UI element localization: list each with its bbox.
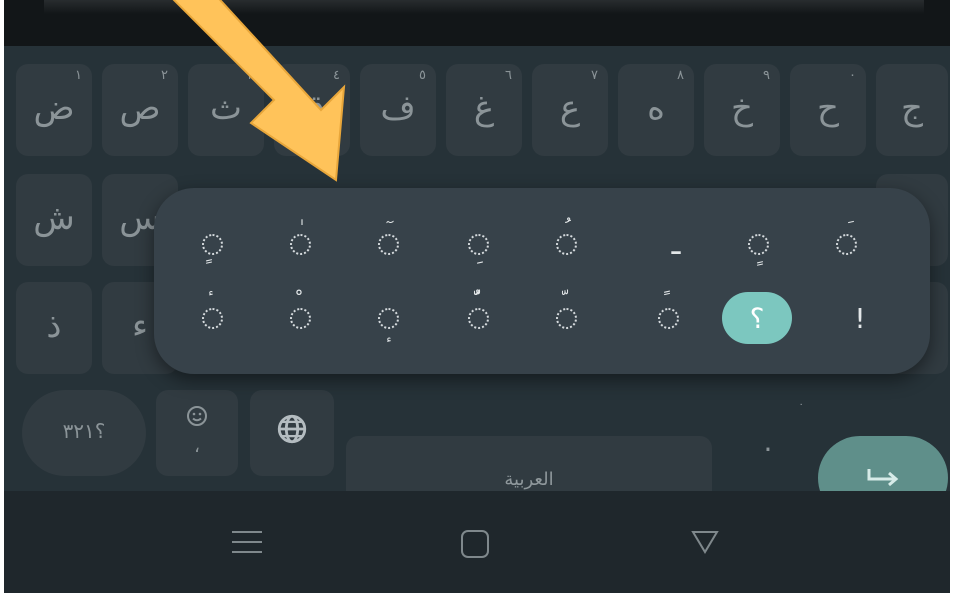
diacritic-key[interactable]: َ xyxy=(810,218,882,270)
space-label: العربية xyxy=(504,468,554,490)
key-label: ج xyxy=(901,88,923,128)
diacritic-key[interactable]: ٍ xyxy=(176,218,248,270)
diacritic-key[interactable]: ْ xyxy=(264,292,336,344)
dotted-circle-icon xyxy=(289,233,311,255)
dotted-circle-icon xyxy=(467,307,489,329)
key-label: ض xyxy=(33,88,75,128)
globe-icon xyxy=(275,412,309,455)
menu-icon[interactable] xyxy=(230,529,264,559)
home-square-icon[interactable] xyxy=(460,529,490,563)
key-label: ع xyxy=(559,88,581,128)
numbers-label: ؟٣٢١ xyxy=(62,419,106,443)
key-label: ح xyxy=(817,88,839,128)
diacritic-key[interactable]: ٍ xyxy=(722,218,794,270)
diacritic-key[interactable]: ٌّ xyxy=(442,292,514,344)
key-shin[interactable]: ش xyxy=(16,174,92,266)
diacritic-key[interactable]: ُ xyxy=(530,218,602,270)
diacritic-key[interactable]: ّ xyxy=(530,292,602,344)
dotted-circle-icon xyxy=(657,307,679,329)
question-mark-label: ؟ xyxy=(749,301,765,335)
key-jim[interactable]: ج xyxy=(876,64,948,156)
dotted-circle-icon xyxy=(289,307,311,329)
key-hint: ١ xyxy=(75,68,82,83)
key-dad[interactable]: ض ١ xyxy=(16,64,92,156)
diacritic-key[interactable]: ٓ xyxy=(352,218,424,270)
key-hint: ٩ xyxy=(763,68,770,83)
key-hint: ٦ xyxy=(505,68,512,83)
key-label: ش xyxy=(33,198,75,238)
period-label: . xyxy=(763,424,773,458)
question-mark-key-selected[interactable]: ؟ xyxy=(722,292,792,344)
key-label: ذ xyxy=(46,306,62,346)
globe-key[interactable] xyxy=(250,390,334,476)
dotted-circle-icon xyxy=(377,307,399,329)
navigation-bar xyxy=(4,491,950,593)
key-hint: ٨ xyxy=(677,68,684,83)
key-label: ه xyxy=(647,88,665,128)
key-ain[interactable]: ع ٧ xyxy=(532,64,608,156)
comma-label: ، xyxy=(194,435,200,457)
emoji-key[interactable]: ، xyxy=(156,390,238,476)
dotted-circle-icon xyxy=(201,233,223,255)
diacritic-key[interactable]: ً xyxy=(632,292,704,344)
period-key[interactable]: ּ . xyxy=(726,390,810,476)
key-dhal[interactable]: ذ xyxy=(16,282,92,374)
dotted-circle-icon xyxy=(747,233,769,255)
exclamation-key[interactable]: ! xyxy=(824,292,896,344)
tatweel-key[interactable]: ـ xyxy=(640,218,712,270)
dotted-circle-icon xyxy=(467,233,489,255)
key-label: ء xyxy=(132,306,148,346)
key-label: خ xyxy=(731,88,753,128)
diacritic-key[interactable]: ٕ xyxy=(352,292,424,344)
key-label: غ xyxy=(473,88,495,128)
key-kha[interactable]: خ ٩ xyxy=(704,64,780,156)
diacritic-key[interactable]: ِ xyxy=(442,218,514,270)
key-hha[interactable]: ح ٠ xyxy=(790,64,866,156)
dotted-circle-icon xyxy=(377,233,399,255)
diacritic-key[interactable]: ٔ xyxy=(176,292,248,344)
diacritic-key[interactable]: ٰ xyxy=(264,218,336,270)
dotted-circle-icon xyxy=(555,307,577,329)
numbers-key[interactable]: ؟٣٢١ xyxy=(22,390,146,476)
diacritics-popup: ٍ ٰ ٓ ِ ُ ـ ٍ َ ٔ xyxy=(154,188,930,374)
back-triangle-icon[interactable] xyxy=(690,529,720,559)
emoji-icon xyxy=(185,404,209,434)
dotted-circle-icon xyxy=(835,233,857,255)
device-screen: ض ١ ص ٢ ث ٣ ق ٤ ف ٥ غ ٦ ع ٧ ه ٨ xyxy=(4,0,950,593)
exclamation-label: ! xyxy=(854,301,866,335)
dotted-circle-icon xyxy=(201,307,223,329)
key-hint: ٥ xyxy=(419,68,426,83)
tatweel-label: ـ xyxy=(671,226,681,262)
key-ghain[interactable]: غ ٦ xyxy=(446,64,522,156)
key-hint: ٠ xyxy=(849,68,856,83)
annotation-arrow xyxy=(172,0,346,182)
key-ha[interactable]: ه ٨ xyxy=(618,64,694,156)
key-hint: ٧ xyxy=(591,68,598,83)
key-label: ف xyxy=(380,88,416,128)
dotted-circle-icon xyxy=(555,233,577,255)
status-bar xyxy=(4,0,950,46)
